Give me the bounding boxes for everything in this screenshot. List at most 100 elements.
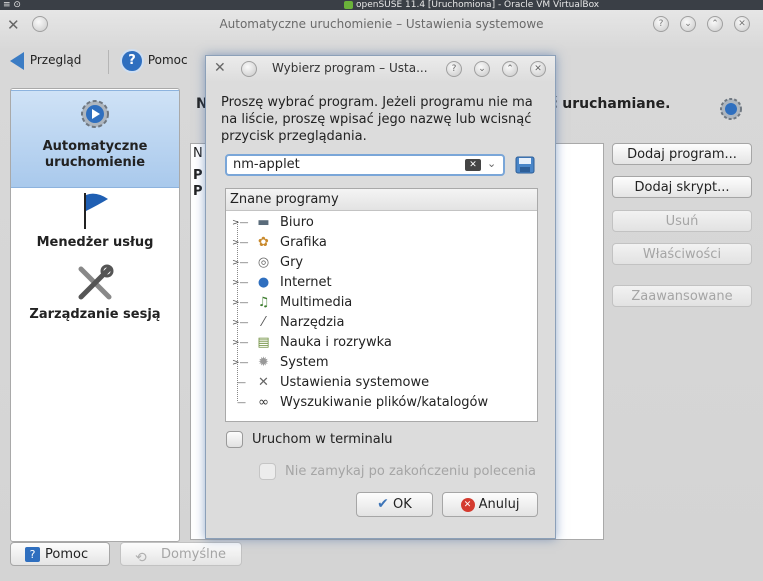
cancel-icon: ✕ (460, 497, 475, 512)
tree-item-label: Narzędzia (280, 315, 345, 330)
browse-icon[interactable] (515, 156, 535, 174)
check-icon: ✔ (377, 496, 389, 512)
defaults-label: Domyślne (161, 547, 226, 562)
help-toolbar-label: Pomoc (147, 53, 188, 67)
tree-branch-line: — (237, 378, 246, 388)
run-in-terminal-checkbox[interactable] (226, 431, 243, 448)
tree-item-internet[interactable]: >— ● Internet (226, 273, 537, 293)
minimize-button[interactable]: ⌄ (680, 16, 696, 32)
toolbar-separator (108, 50, 109, 74)
tree-item-label: Ustawienia systemowe (280, 375, 430, 390)
footer-help-button[interactable]: ? Pomoc (10, 542, 110, 566)
tree-item-ustawienia[interactable]: — ✕ Ustawienia systemowe (226, 373, 537, 393)
advanced-button[interactable]: Zaawansowane (612, 285, 752, 307)
dialog-title: Wybierz program – Usta... (272, 61, 428, 75)
menu-icon[interactable]: ≡ ⊙ (3, 0, 21, 10)
tree-item-wyszukiwanie[interactable]: — ∞ Wyszukiwanie plików/katalogów (226, 393, 537, 413)
tools-icon[interactable]: ✕ (214, 60, 226, 76)
games-icon: ◎ (257, 255, 270, 270)
tree-item-label: Multimedia (280, 295, 353, 310)
tree-item-multimedia[interactable]: >— ♫ Multimedia (226, 293, 537, 313)
expand-arrow-icon[interactable]: >— (232, 333, 249, 353)
tree-item-narzedzia[interactable]: >— ⁄ Narzędzia (226, 313, 537, 333)
dialog-help-button[interactable]: ? (446, 61, 462, 77)
dialog-menu-button[interactable] (241, 61, 257, 77)
tree-item-biuro[interactable]: >— ▬ Biuro (226, 213, 537, 233)
program-input[interactable]: nm-applet ✕ ⌄ (225, 154, 505, 176)
binoculars-icon: ∞ (258, 395, 269, 410)
tree-header[interactable]: Znane programy (226, 189, 537, 211)
graphics-icon: ✿ (258, 235, 269, 250)
cancel-label: Anuluj (478, 497, 520, 512)
do-not-close-label[interactable]: Nie zamykaj po zakończeniu polecenia (285, 464, 536, 479)
tree-item-gry[interactable]: >— ◎ Gry (226, 253, 537, 273)
properties-button[interactable]: Właściwości (612, 243, 752, 265)
flag-icon (84, 193, 108, 229)
tree-item-label: Wyszukiwanie plików/katalogów (280, 395, 489, 410)
footer-help-label: Pomoc (45, 547, 89, 562)
program-input-value: nm-applet (233, 157, 300, 172)
tree-item-system[interactable]: >— ✹ System (226, 353, 537, 373)
window-title: Automatyczne uruchomienie – Ustawienia s… (219, 17, 544, 31)
sidebar-item-session-management[interactable]: Zarządzanie sesją (11, 261, 179, 322)
tree-item-grafika[interactable]: >— ✿ Grafika (226, 233, 537, 253)
help-title-button[interactable]: ? (653, 16, 669, 32)
settings-icon: ✕ (258, 375, 269, 390)
help-icon: ? (25, 547, 40, 562)
run-in-terminal-label[interactable]: Uruchom w terminalu (252, 432, 393, 447)
list-item[interactable]: P (193, 184, 203, 199)
dialog-close-button[interactable]: ✕ (530, 61, 546, 77)
do-not-close-checkbox[interactable] (259, 463, 276, 480)
expand-arrow-icon[interactable]: >— (232, 313, 249, 333)
expand-arrow-icon[interactable]: >— (232, 233, 249, 253)
sidebar-item-label: Zarządzanie sesją (29, 307, 161, 322)
tree-item-nauka[interactable]: >— ▤ Nauka i rozrywka (226, 333, 537, 353)
known-programs-tree[interactable]: Znane programy >— ▬ Biuro >— ✿ Grafika >… (225, 188, 538, 422)
tree-item-label: System (280, 355, 329, 370)
virtualbox-title: openSUSE 11.4 [Uruchomiona] - Oracle VM … (356, 0, 600, 10)
add-program-button[interactable]: Dodaj program... (612, 143, 752, 165)
overview-button[interactable]: Przegląd (10, 47, 81, 73)
office-icon: ▬ (257, 215, 270, 230)
ok-button[interactable]: ✔ OK (356, 492, 433, 517)
chevron-down-icon[interactable]: ⌄ (487, 157, 496, 170)
tree-item-label: Nauka i rozrywka (280, 335, 392, 350)
dialog-titlebar[interactable]: ✕ Wybierz program – Usta... ? ⌄ ⌃ ✕ (206, 56, 555, 82)
defaults-button[interactable]: ⟲ Domyślne (120, 542, 242, 566)
gear-icon (720, 98, 742, 120)
expand-arrow-icon[interactable]: >— (232, 273, 249, 293)
dialog-prompt: Proszę wybrać program. Jeżeli programu n… (221, 95, 533, 144)
multimedia-icon: ♫ (257, 295, 270, 310)
window-titlebar[interactable]: ✕ Automatyczne uruchomienie – Ustawienia… (0, 10, 763, 40)
tools-icon (78, 264, 114, 300)
expand-arrow-icon[interactable]: >— (232, 213, 249, 233)
help-toolbar-button[interactable]: ? Pomoc (120, 47, 188, 73)
gear-icon (81, 100, 109, 128)
sidebar-item-service-manager[interactable]: Menedżer usług (11, 189, 179, 259)
list-column-header[interactable]: N (193, 146, 203, 161)
remove-button[interactable]: Usuń (612, 210, 752, 232)
expand-arrow-icon[interactable]: >— (232, 253, 249, 273)
system-icon: ✹ (258, 355, 269, 370)
back-arrow-icon (10, 51, 24, 70)
tree-item-label: Gry (280, 255, 304, 270)
maximize-button[interactable]: ⌃ (707, 16, 723, 32)
dialog-minimize-button[interactable]: ⌄ (474, 61, 490, 77)
choose-program-dialog: ✕ Wybierz program – Usta... ? ⌄ ⌃ ✕ Pros… (205, 55, 556, 539)
close-button[interactable]: ✕ (734, 16, 750, 32)
cancel-button[interactable]: ✕ Anuluj (442, 492, 538, 517)
list-item[interactable]: P (193, 168, 203, 183)
internet-icon: ● (257, 275, 270, 290)
add-script-button[interactable]: Dodaj skrypt... (612, 176, 752, 198)
sidebar-item-label: Automatyczne uruchomienie (42, 139, 148, 170)
expand-arrow-icon[interactable]: >— (232, 293, 249, 313)
expand-arrow-icon[interactable]: >— (232, 353, 249, 373)
ok-label: OK (393, 497, 412, 512)
tree-item-label: Internet (280, 275, 332, 290)
tree-item-label: Biuro (280, 215, 314, 230)
clear-text-icon[interactable]: ✕ (465, 159, 481, 171)
overview-label: Przegląd (29, 53, 82, 67)
dialog-maximize-button[interactable]: ⌃ (502, 61, 518, 77)
education-icon: ▤ (257, 335, 270, 350)
sidebar-item-autostart[interactable]: Automatyczne uruchomienie (11, 90, 179, 188)
